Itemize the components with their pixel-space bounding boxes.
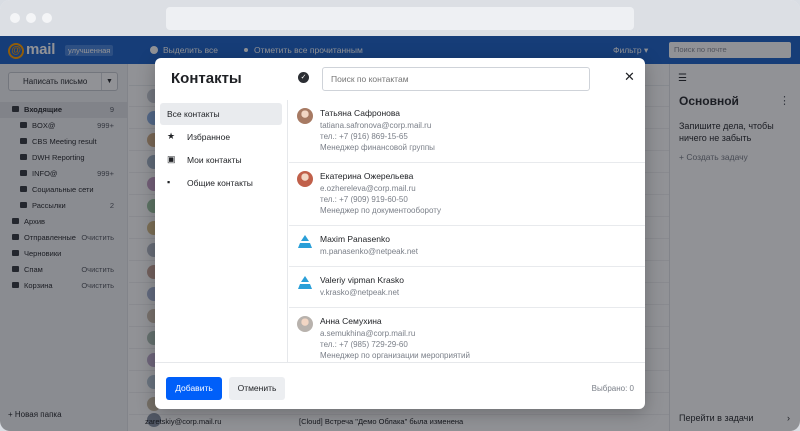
address-bar[interactable]: [166, 7, 634, 30]
contact-item[interactable]: Татьяна Сафронова tatiana.safronova@corp.…: [289, 100, 645, 163]
contact-group-favorites[interactable]: ★ Избранное: [160, 126, 282, 148]
company-logo-icon: [297, 275, 313, 291]
add-button[interactable]: Добавить: [166, 377, 222, 400]
contact-search-input[interactable]: [322, 67, 590, 91]
contact-name: Maxim Panasenko: [320, 234, 390, 244]
contact-name: Татьяна Сафронова: [320, 108, 401, 118]
contacts-list: Татьяна Сафронова tatiana.safronova@corp.…: [289, 100, 645, 362]
contact-group-label: Все контакты: [167, 109, 220, 119]
modal-title: Контакты: [171, 70, 242, 87]
company-logo-icon: [297, 234, 313, 250]
contact-email: m.panasenko@netpeak.net: [320, 247, 418, 256]
contact-group-all[interactable]: Все контакты: [160, 103, 282, 125]
contact-group-mine[interactable]: ▣ Мои контакты: [160, 149, 282, 171]
close-icon[interactable]: ✕: [624, 69, 635, 85]
contact-phone: тел.: +7 (916) 869-15-65: [320, 132, 408, 141]
window-close-dot[interactable]: [10, 13, 20, 23]
contact-role: Менеджер по документообороту: [320, 206, 442, 215]
modal-header: Контакты ✓ ✕: [155, 58, 645, 100]
contact-groups-nav: Все контакты ★ Избранное ▣ Мои контакты ▪ Общи…: [155, 100, 288, 362]
contact-email: tatiana.safronova@corp.mail.ru: [320, 121, 432, 130]
contact-role: Менеджер финансовой группы: [320, 143, 435, 152]
window-maximize-dot[interactable]: [42, 13, 52, 23]
contact-group-label: Общие контакты: [187, 178, 253, 188]
contact-role: Менеджер по организации мероприятий: [320, 351, 470, 360]
select-all-check-icon[interactable]: ✓: [298, 72, 309, 83]
contact-item[interactable]: Екатерина Ожерельева e.ozhereleva@corp.ma…: [289, 163, 645, 226]
avatar: [297, 108, 313, 124]
contact-email: e.ozhereleva@corp.mail.ru: [320, 184, 416, 193]
window-minimize-dot[interactable]: [26, 13, 36, 23]
browser-window: @ mail улучшенная Выделить все Отметить в…: [0, 0, 800, 431]
contact-phone: тел.: +7 (985) 729-29-60: [320, 340, 408, 349]
briefcase-icon: ▪: [167, 177, 171, 187]
avatar: [297, 171, 313, 187]
contact-card-icon: ▣: [167, 154, 176, 164]
star-icon: ★: [167, 131, 176, 141]
contact-item[interactable]: Valeriy vipman Krasko v.krasko@netpeak.ne…: [289, 267, 645, 308]
contact-name: Valeriy vipman Krasko: [320, 275, 404, 285]
contact-email: a.semukhina@corp.mail.ru: [320, 329, 416, 338]
contact-item[interactable]: Maxim Panasenko m.panasenko@netpeak.net: [289, 226, 645, 267]
modal-footer: Добавить Отменить Выбрано: 0: [155, 362, 645, 409]
contact-group-label: Мои контакты: [187, 155, 242, 165]
contact-name: Анна Семухина: [320, 316, 382, 326]
cancel-button[interactable]: Отменить: [229, 377, 285, 400]
contact-group-label: Избранное: [187, 132, 231, 142]
browser-chrome: [0, 0, 800, 36]
contact-email: v.krasko@netpeak.net: [320, 288, 400, 297]
avatar: [297, 316, 313, 332]
contact-group-shared[interactable]: ▪ Общие контакты: [160, 172, 282, 194]
contact-name: Екатерина Ожерельева: [320, 171, 414, 181]
contact-phone: тел.: +7 (909) 919-60-50: [320, 195, 408, 204]
contacts-modal: Контакты ✓ ✕ Все контакты ★ Избранное ▣ Мои …: [155, 58, 645, 409]
contact-item[interactable]: Анна Семухина a.semukhina@corp.mail.ru тел…: [289, 308, 645, 362]
selected-count: Выбрано: 0: [591, 384, 634, 393]
